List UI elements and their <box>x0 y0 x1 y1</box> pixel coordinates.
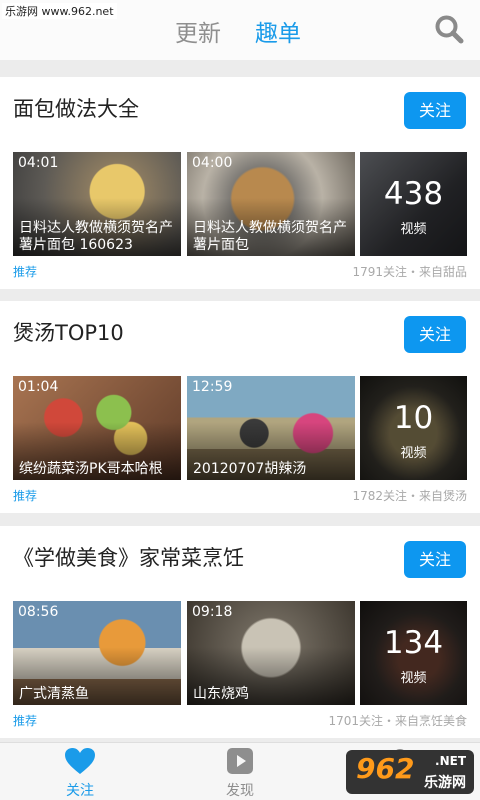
bottom-nav: 关注 发现 962 .NET 乐游网 <box>0 742 480 800</box>
recommend-tag[interactable]: 推荐 <box>13 712 37 729</box>
tab-update[interactable]: 更新 <box>175 14 221 48</box>
logo-cn: 乐游网 <box>424 775 466 791</box>
video-duration: 08:56 <box>18 604 59 620</box>
video-count-label: 视频 <box>400 446 427 461</box>
video-count-label: 视频 <box>400 671 427 686</box>
video-caption: 山东烧鸡 <box>193 686 249 702</box>
more-videos-tile[interactable]: 438 视频 <box>360 152 467 256</box>
logo-number: 962 <box>356 752 415 785</box>
video-duration: 01:04 <box>18 379 59 395</box>
list-card: 煲汤TOP10 关注 01:04 缤纷蔬菜汤PK哥本哈根 12:59 20120… <box>0 301 480 513</box>
video-count-label: 视频 <box>400 222 427 237</box>
recommend-tag[interactable]: 推荐 <box>13 263 37 280</box>
video-thumbnail[interactable]: 09:18 山东烧鸡 <box>187 601 355 705</box>
play-icon <box>227 748 253 774</box>
recommend-tag[interactable]: 推荐 <box>13 487 37 504</box>
video-caption: 缤纷蔬菜汤PK哥本哈根 <box>19 461 163 477</box>
video-caption: 日料达人教做横须贺名产薯片面包 <box>193 220 347 253</box>
video-caption: 广式清蒸鱼 <box>19 686 89 702</box>
video-caption: 日料达人教做横须贺名产薯片面包 160623 <box>19 220 173 253</box>
video-thumbnail[interactable]: 12:59 20120707胡辣汤 <box>187 376 355 480</box>
tab-qudan[interactable]: 趣单 <box>255 14 301 48</box>
follow-button[interactable]: 关注 <box>404 541 466 578</box>
follow-button[interactable]: 关注 <box>404 92 466 129</box>
card-meta: 1782关注・来自煲汤 <box>352 489 467 503</box>
video-thumbnail[interactable]: 08:56 广式清蒸鱼 <box>13 601 181 705</box>
watermark-site: 乐游网 www.962.net <box>2 3 117 19</box>
more-videos-tile[interactable]: 134 视频 <box>360 601 467 705</box>
video-count: 10 <box>393 400 434 436</box>
site-logo-watermark: 962 .NET 乐游网 <box>346 750 474 794</box>
search-icon <box>435 15 464 44</box>
nav-discover[interactable]: 发现 <box>200 747 280 800</box>
card-meta: 1791关注・来自甜品 <box>352 265 467 279</box>
card-title: 面包做法大全 <box>13 97 139 121</box>
card-meta: 1701关注・来自烹饪美食 <box>328 714 467 728</box>
video-thumbnail[interactable]: 04:00 日料达人教做横须贺名产薯片面包 <box>187 152 355 256</box>
follow-button[interactable]: 关注 <box>404 316 466 353</box>
more-videos-tile[interactable]: 10 视频 <box>360 376 467 480</box>
nav-discover-label: 发现 <box>226 783 254 799</box>
video-thumbnail[interactable]: 04:01 日料达人教做横须贺名产薯片面包 160623 <box>13 152 181 256</box>
video-thumbnail[interactable]: 01:04 缤纷蔬菜汤PK哥本哈根 <box>13 376 181 480</box>
video-duration: 12:59 <box>192 379 233 395</box>
video-duration: 09:18 <box>192 604 233 620</box>
video-duration: 04:01 <box>18 155 59 171</box>
video-duration: 04:00 <box>192 155 233 171</box>
video-caption: 20120707胡辣汤 <box>193 461 307 477</box>
card-title: 《学做美食》家常菜烹饪 <box>13 546 244 570</box>
nav-follow-label: 关注 <box>66 783 94 799</box>
card-title: 煲汤TOP10 <box>13 321 124 345</box>
heart-icon <box>65 748 95 774</box>
video-count: 134 <box>383 625 444 661</box>
video-count: 438 <box>383 176 444 212</box>
logo-net: .NET <box>435 754 466 768</box>
list-card: 面包做法大全 关注 04:01 日料达人教做横须贺名产薯片面包 160623 0… <box>0 77 480 289</box>
search-button[interactable] <box>434 14 464 44</box>
nav-follow[interactable]: 关注 <box>40 747 120 800</box>
list-card: 《学做美食》家常菜烹饪 关注 08:56 广式清蒸鱼 09:18 山东烧鸡 13… <box>0 526 480 738</box>
